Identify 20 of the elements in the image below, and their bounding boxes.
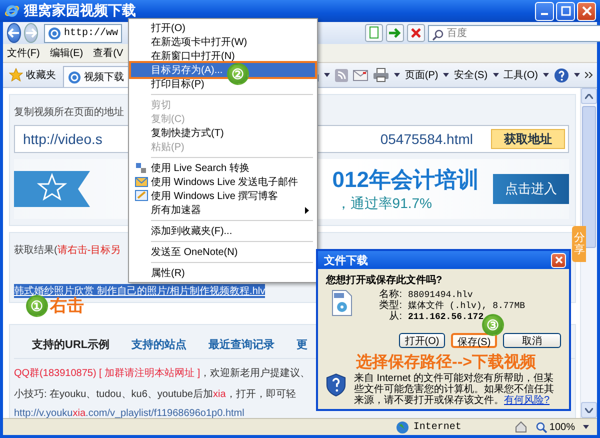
info-text: 小技巧: 在youku、tudou、ku6、youtube后加xia，打开，即可轻 xyxy=(14,388,296,401)
step-caption: 右击 xyxy=(50,296,84,317)
window-title: 狸窝家园视频下载 xyxy=(24,2,136,20)
info-text: QQ群(183910875) [ 加群请注明本站网址 ]，欢迎新老用户提建议、 xyxy=(14,366,310,380)
warning-text: 来自 Internet 的文件可能对您有所帮助，但某些文件可能危害您的计算机。如果您不信任其来源，请不要打开或保存该文件。有何风险? xyxy=(354,373,555,406)
instruction-text: 选择保存路径-->下载视频 xyxy=(356,352,536,372)
result-label: 获取结果( xyxy=(14,244,58,257)
field-value: 88091494.hlv xyxy=(408,290,473,300)
field-value: 媒体文件 (.hlv), 8.77MB xyxy=(408,301,526,311)
banner-headline: 012年会计培训 xyxy=(332,166,479,194)
field-label: 名称: xyxy=(378,290,402,300)
dialog-question: 您想打开或保存此文件吗? xyxy=(326,274,444,287)
field-label: 类型: xyxy=(378,301,402,311)
dialog-title: 文件下载 xyxy=(324,254,368,268)
security-zone: Internet xyxy=(396,420,506,434)
url-section-label: 复制视频所在页面的地址 xyxy=(14,106,124,119)
field-value: 211.162.56.172 xyxy=(408,312,484,322)
field-label: 从: xyxy=(388,312,402,322)
result-hint: 请右击-目标另 xyxy=(57,244,121,257)
banner-subline: ，通过率91.7% xyxy=(335,195,432,213)
